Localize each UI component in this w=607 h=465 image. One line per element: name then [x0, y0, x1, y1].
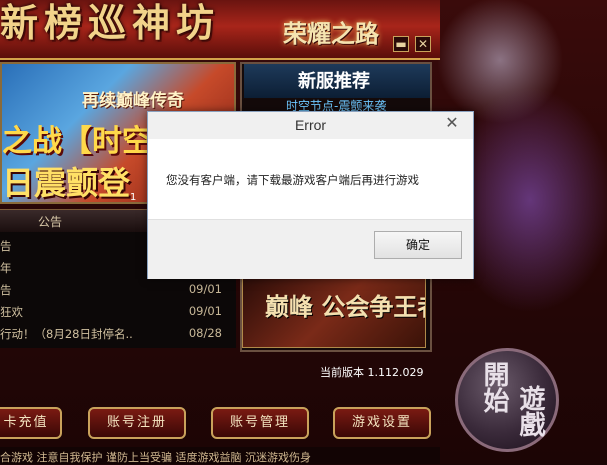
banner-event-title: 之战【时空 [2, 124, 152, 159]
server-panel-title: 新服推荐 [298, 71, 370, 92]
news-item[interactable]: 告 09/01 [0, 280, 230, 300]
dialog-title: Error [294, 117, 327, 133]
news-item-title: 告 [0, 239, 12, 253]
news-item-title: 行动！（8月28日封停名.. [0, 327, 133, 341]
start-game-label-1: 開始 [479, 361, 509, 413]
ok-button[interactable]: 确定 [374, 231, 462, 259]
news-item-date: 09/01 [188, 304, 222, 318]
news-item-title: 狂欢 [0, 305, 23, 319]
register-account-button[interactable]: 账号注册 [88, 407, 186, 439]
health-notice: 合游戏 注意自我保护 谨防上当受骗 适度游戏益脑 沉迷游戏伤身 [0, 451, 311, 464]
tab-notice[interactable]: 公告 [38, 213, 62, 230]
game-settings-button[interactable]: 游戏设置 [333, 407, 431, 439]
manage-account-button[interactable]: 账号管理 [211, 407, 309, 439]
game-logo: 新榜巡神坊 [0, 0, 221, 45]
promo-text: 巅峰 公会争王者 [265, 292, 426, 321]
news-item-date: 08/28 [188, 326, 222, 340]
dialog-footer: 确定 [148, 219, 473, 279]
news-item-title: 年 [0, 261, 12, 275]
footer-bar: 合游戏 注意自我保护 谨防上当受骗 适度游戏益脑 沉迷游戏伤身 [0, 447, 440, 464]
start-game-label-2: 遊戲 [515, 385, 545, 437]
recharge-button[interactable]: 卡充值 [0, 407, 62, 439]
start-game-button[interactable]: 開始 遊戲 [455, 348, 559, 452]
error-dialog: Error ✕ 您没有客户端，请下载最游戏客户端后再进行游戏 确定 [147, 111, 474, 279]
dialog-close-button[interactable]: ✕ [438, 114, 466, 132]
news-item[interactable]: 行动！（8月28日封停名.. 08/28 [0, 324, 230, 344]
server-header: 新服推荐 [244, 64, 430, 98]
title-banner: 新榜巡神坊 荣耀之路 [0, 0, 440, 60]
minimize-button[interactable]: ▬ [393, 36, 409, 52]
close-window-button[interactable]: ✕ [415, 36, 431, 52]
error-message: 您没有客户端，请下载最游戏客户端后再进行游戏 [166, 173, 419, 187]
banner-headline: 再续巅峰传奇 [82, 91, 184, 111]
version-label: 当前版本 1.112.029 [320, 366, 424, 379]
game-subtitle: 荣耀之路 [283, 19, 379, 48]
banner-event-subtitle: 日震颤登 [2, 164, 131, 202]
news-item-date: 09/01 [188, 282, 222, 296]
guild-promo-image[interactable]: 巅峰 公会争王者 [242, 274, 426, 348]
news-item[interactable]: 狂欢 09/01 [0, 302, 230, 322]
dialog-titlebar: Error ✕ [148, 112, 473, 139]
banner-page-indicator[interactable]: 1 [130, 192, 136, 202]
news-item-title: 告 [0, 283, 12, 297]
